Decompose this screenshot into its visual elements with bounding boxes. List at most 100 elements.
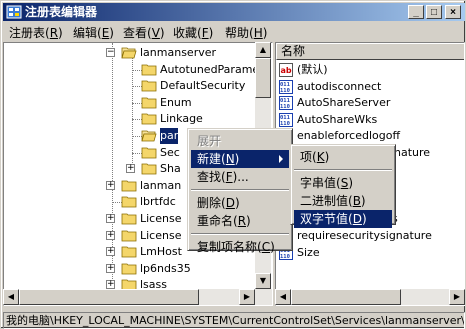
collapse-icon[interactable]: − [106,48,115,57]
folder-icon [141,146,157,159]
menu-separator [191,233,289,235]
sub-item-2[interactable]: 字串值(S) [294,174,392,192]
close-button[interactable]: × [445,5,461,19]
regedit-app-icon [6,5,22,19]
folder-icon [141,162,157,175]
value-row[interactable]: 011110enableforcedlogoff [276,128,464,144]
tree-node-label: LmHost [140,245,182,259]
menu-1[interactable]: 编辑(E) [73,24,114,41]
value-name: requiresecuritysignature [297,229,432,242]
scroll-left-button[interactable]: ◀ [3,289,19,305]
open-folder-icon [141,129,157,142]
maximize-button[interactable]: □ [426,5,442,19]
tree-node-label: lbrtfdc [140,195,176,209]
ctx-item-2[interactable]: 查找(F)... [191,168,289,186]
folder-icon [121,212,137,225]
list-horizontal-scrollbar[interactable]: ◀ ▶ [275,289,465,305]
tree-node-label: lp6nds35 [140,261,191,275]
value-name: AutoShareWks [297,112,378,126]
tree-node[interactable]: + lp6nds35 [4,261,272,277]
expand-icon[interactable]: + [106,263,115,273]
window-title: 注册表编辑器 [25,5,98,19]
scroll-up-button[interactable]: ▲ [255,42,271,58]
tree-node-label: Enum [160,95,192,109]
sub-item-0[interactable]: 项(K) [294,148,392,166]
tree-node[interactable]: Enum [4,95,272,111]
folder-icon [121,179,137,192]
menu-separator [191,189,289,191]
expand-icon[interactable]: + [106,230,115,240]
svg-text:ab: ab [281,66,292,75]
menu-4[interactable]: 帮助(H) [225,24,267,41]
regedit-window: 注册表编辑器 _ □ × 注册表(R) 编辑(E) 查看(V) 收藏(F) 帮助(H) … [0,0,466,329]
binary-value-icon: 011110 [279,96,293,111]
tree-horizontal-scrollbar[interactable]: ◀ ▶ [3,289,272,305]
value-row[interactable]: 011 110 AutoShareServer [276,95,464,111]
svg-text:110: 110 [280,88,290,94]
tree-node-label: lanman [140,178,182,192]
tree-node-label: par [160,128,179,144]
menu-separator [294,169,392,171]
menu-0[interactable]: 注册表(R) [9,24,63,41]
ctx-item-0: 展开 [197,134,222,148]
menu-3[interactable]: 收藏(F) [173,24,213,41]
value-row[interactable]: 011 110 autodisconnect [276,79,464,95]
value-row[interactable]: 011110Size [276,245,464,261]
tree-node[interactable]: Linkage [4,111,272,127]
list-hscroll-thumb[interactable] [291,289,401,305]
title-bar[interactable]: 注册表编辑器 _ □ × [3,3,465,21]
menu-2[interactable]: 查看(V) [123,24,165,41]
tree-node[interactable]: AutotunedParamet [4,62,272,78]
svg-text:110: 110 [280,121,290,127]
value-name: AutoShareServer [297,96,391,110]
tree-node-label: AutotunedParamet [160,62,264,76]
tree-node-label: License [140,228,182,242]
value-row[interactable]: 011110requiresecuritysignature [276,228,464,244]
string-value-icon: ab [279,63,293,77]
folder-icon [141,96,157,109]
new-submenu: 项(K) 字串值(S) 二进制值(B) 双字节值(D) [290,144,396,228]
scroll-down-button[interactable]: ▼ [255,273,271,289]
value-row[interactable]: ab (默认) [276,62,464,78]
submenu-arrow-icon [279,155,283,163]
sub-item-3[interactable]: 二进制值(B) [294,192,392,210]
folder-icon [141,79,157,92]
tree-node-label: License [140,212,182,225]
tree-node[interactable]: − lanmanserver [4,45,272,61]
sub-item-4[interactable]: 双字节值(D) [294,210,392,228]
scroll-right-button[interactable]: ▶ [239,289,255,305]
value-name: Size [297,245,320,259]
value-name: autodisconnect [297,79,382,93]
folder-icon [141,112,157,125]
expand-icon[interactable]: + [106,214,115,223]
folder-icon [121,262,137,275]
open-folder-icon [121,46,137,59]
tree-node-label: Sha [160,162,181,176]
folder-icon [121,229,137,242]
value-name: enableforcedlogoff [297,129,401,143]
tree-node-label: Sec [160,145,180,159]
list-scroll-left-button[interactable]: ◀ [275,289,291,305]
value-name: (默认) [297,63,328,76]
expand-icon[interactable]: + [106,247,115,257]
folder-icon [141,63,157,76]
expand-icon[interactable]: + [126,164,135,174]
tree-node-label: Linkage [160,112,203,126]
svg-text:110: 110 [280,104,290,110]
ctx-item-5[interactable]: 重命名(R) [191,212,289,230]
minimize-button[interactable]: _ [408,5,424,19]
value-row[interactable]: 011 110 AutoShareWks [276,112,464,128]
ctx-item-7[interactable]: 复制项名称(C) [191,238,289,256]
context-menu: 展开新建(N) 查找(F)... 删除(D) 重命名(R) 复制项名称(C) [187,128,293,254]
tree-node[interactable]: DefaultSecurity [4,78,272,94]
list-scroll-right-button[interactable]: ▶ [449,289,465,305]
status-bar: 我的电脑\HKEY_LOCAL_MACHINE\SYSTEM\CurrentCo… [3,312,465,329]
name-column-header[interactable]: 名称 [276,43,464,60]
expand-icon[interactable]: + [106,180,115,190]
ctx-item-4[interactable]: 删除(D) [191,194,289,212]
ctx-item-1[interactable]: 新建(N) [191,150,289,168]
folder-icon [121,245,137,258]
tree-node-label: lanmanserver [140,46,217,59]
hscroll-thumb[interactable] [19,289,199,305]
scroll-thumb[interactable] [255,58,271,98]
